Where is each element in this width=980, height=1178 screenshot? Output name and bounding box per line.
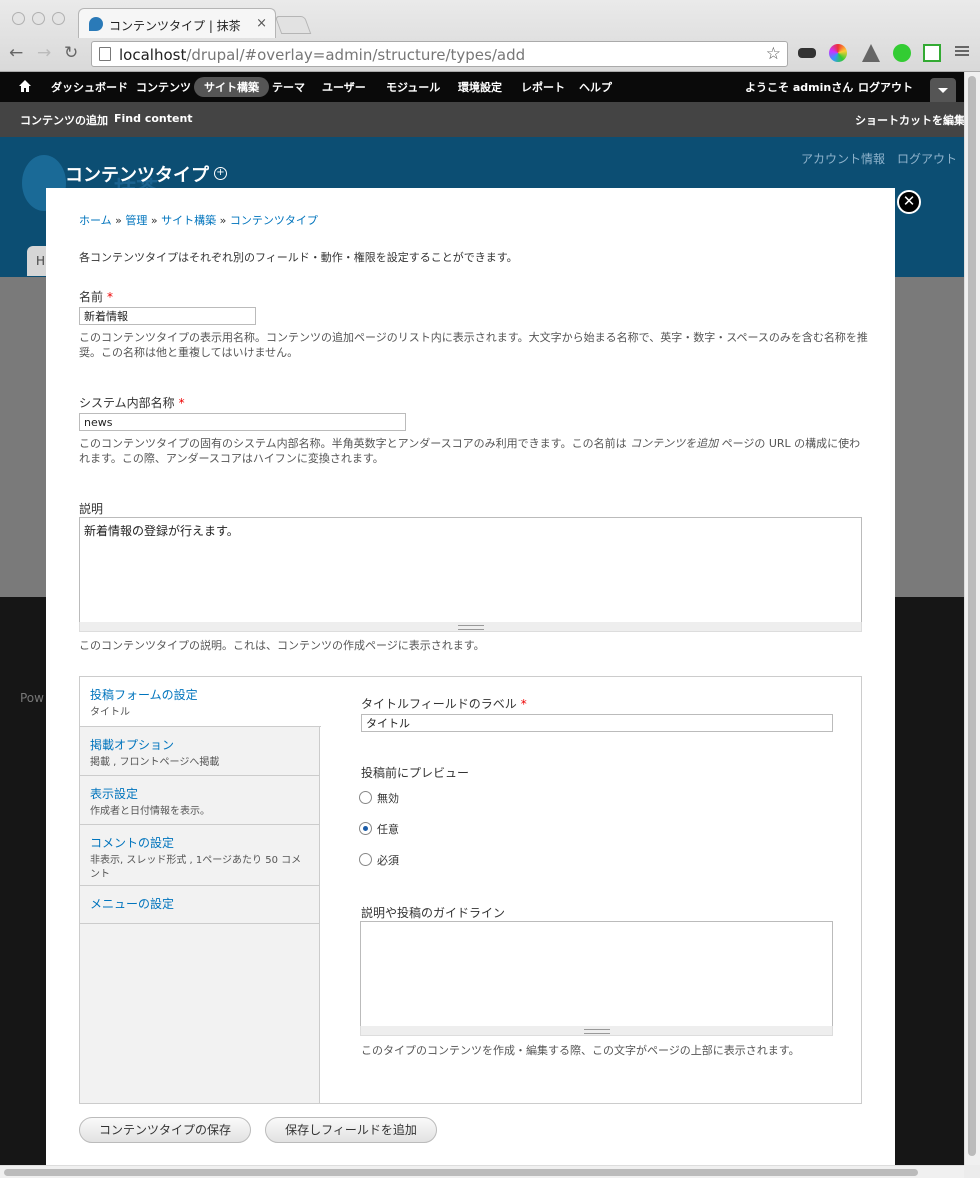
vtab-submission-form[interactable]: 投稿フォームの設定 タイトル xyxy=(80,677,321,727)
breadcrumb-admin[interactable]: 管理 xyxy=(125,214,147,227)
url-text: localhost/drupal/#overlay=admin/structur… xyxy=(119,46,526,64)
preview-required-radio[interactable] xyxy=(359,853,372,866)
toolbar-help[interactable]: ヘルプ xyxy=(579,79,612,95)
name-description: このコンテンツタイプの表示用名称。コンテンツの追加ページのリスト内に表示されます… xyxy=(79,331,868,359)
extension-icon[interactable] xyxy=(862,44,880,62)
breadcrumb: ホーム » 管理 » サイト構築 » コンテンツタイプ xyxy=(79,214,318,227)
name-label: 名前 * xyxy=(79,290,114,304)
reload-icon[interactable]: ↻ xyxy=(64,43,78,63)
vertical-tab-list: 投稿フォームの設定 タイトル 掲載オプション 掲載 , フロントページへ掲載 表… xyxy=(80,677,321,1103)
overlay-dialog: ホーム » 管理 » サイト構築 » コンテンツタイプ 各コンテンツタイプはそれ… xyxy=(46,188,895,1165)
bookmark-star-icon[interactable]: ☆ xyxy=(766,44,781,64)
powered-by-text: Pow xyxy=(20,691,44,705)
name-input[interactable] xyxy=(79,307,256,325)
save-and-add-fields-button[interactable]: 保存しフィールドを追加 xyxy=(265,1117,437,1143)
title-field-input[interactable] xyxy=(361,714,833,732)
toolbar-dashboard[interactable]: ダッシュボード xyxy=(51,79,128,95)
vtab-menu-settings[interactable]: メニューの設定 xyxy=(80,886,320,924)
toolbar-drawer-toggle[interactable] xyxy=(930,78,956,102)
shortcut-find-content[interactable]: Find content xyxy=(114,112,193,125)
toolbar-logout[interactable]: ログアウト xyxy=(858,79,913,95)
chevron-down-icon xyxy=(938,88,948,93)
guidelines-label: 説明や投稿のガイドライン xyxy=(361,906,506,920)
vtab-comment-settings[interactable]: コメントの設定 非表示, スレッド形式 , 1ページあたり 50 コメント xyxy=(80,825,320,886)
evernote-extension-icon[interactable] xyxy=(893,44,911,62)
toolbar-configuration[interactable]: 環境設定 xyxy=(458,79,502,95)
guidelines-description: このタイプのコンテンツを作成・編集する際、この文字がページの上部に表示されます。 xyxy=(361,1044,800,1057)
minimize-window-button[interactable] xyxy=(32,12,45,25)
toolbar-people[interactable]: ユーザー xyxy=(322,79,366,95)
forward-arrow-icon[interactable]: → xyxy=(37,43,51,63)
preview-optional-radio[interactable] xyxy=(359,822,372,835)
description-textarea[interactable]: 新着情報の登録が行えます。 xyxy=(79,517,862,623)
vertical-scrollbar[interactable] xyxy=(964,72,980,1165)
save-content-type-button[interactable]: コンテンツタイプの保存 xyxy=(79,1117,251,1143)
preview-disabled-radio[interactable] xyxy=(359,791,372,804)
edit-shortcuts-link[interactable]: ショートカットを編集 xyxy=(855,112,965,128)
breadcrumb-structure[interactable]: サイト構築 xyxy=(161,214,216,227)
overlay-close-icon[interactable]: ✕ xyxy=(897,190,921,214)
description-label: 説明 xyxy=(79,502,104,516)
browser-tab[interactable]: コンテンツタイプ | 抹茶 × xyxy=(78,8,276,38)
gmail-extension-icon[interactable] xyxy=(923,44,941,62)
guidelines-resize-handle[interactable] xyxy=(360,1026,833,1036)
tab-close-icon[interactable]: × xyxy=(256,16,267,31)
description-resize-handle[interactable] xyxy=(79,622,862,632)
vertical-tabs: 投稿フォームの設定 タイトル 掲載オプション 掲載 , フロントページへ掲載 表… xyxy=(79,676,862,1104)
toolbar-modules[interactable]: モジュール xyxy=(386,79,440,95)
intro-text: 各コンテンツタイプはそれぞれ別のフィールド・動作・権限を設定することができます。 xyxy=(79,251,518,264)
page-icon xyxy=(99,47,111,61)
title-field-label: タイトルフィールドのラベル * xyxy=(361,697,527,711)
guidelines-textarea[interactable] xyxy=(360,921,833,1027)
vertical-scroll-thumb[interactable] xyxy=(968,76,976,1156)
toolbar-content[interactable]: コンテンツ xyxy=(136,79,191,95)
tab-title: コンテンツタイプ | 抹茶 xyxy=(109,19,241,33)
preview-disabled-label: 無効 xyxy=(377,792,399,805)
breadcrumb-content-types[interactable]: コンテンツタイプ xyxy=(230,214,318,227)
machine-name-label: システム内部名称 * xyxy=(79,396,185,410)
home-icon[interactable] xyxy=(19,80,31,92)
shortcuts-bar: コンテンツの追加 Find content ショートカットを編集 xyxy=(0,102,980,137)
back-arrow-icon[interactable]: ← xyxy=(9,43,23,63)
logout-link[interactable]: ログアウト xyxy=(897,150,957,167)
horizontal-scroll-thumb[interactable] xyxy=(4,1169,918,1176)
horizontal-scrollbar[interactable] xyxy=(0,1165,964,1178)
zoom-window-button[interactable] xyxy=(52,12,65,25)
add-shortcut-icon[interactable]: + xyxy=(214,167,227,180)
browser-chrome: コンテンツタイプ | 抹茶 × ← → ↻ localhost/drupal/#… xyxy=(0,0,980,72)
vtab-publishing-options[interactable]: 掲載オプション 掲載 , フロントページへ掲載 xyxy=(80,727,320,776)
mask-extension-icon[interactable] xyxy=(798,48,816,58)
toolbar-structure[interactable]: サイト構築 xyxy=(194,77,269,97)
drupal-favicon-icon xyxy=(89,17,103,31)
new-tab-button[interactable] xyxy=(274,16,312,34)
toolbar-reports[interactable]: レポート xyxy=(521,79,565,95)
toolbar-welcome[interactable]: ようこそ adminさん xyxy=(745,79,853,95)
preview-label: 投稿前にプレビュー xyxy=(361,766,470,780)
machine-name-input[interactable] xyxy=(79,413,406,431)
page-title: コンテンツタイプ xyxy=(65,165,209,186)
toolbar-appearance[interactable]: テーマ xyxy=(272,79,305,95)
close-window-button[interactable] xyxy=(12,12,25,25)
color-wheel-extension-icon[interactable] xyxy=(829,44,847,62)
admin-toolbar: ダッシュボード コンテンツ サイト構築 テーマ ユーザー モジュール 環境設定 … xyxy=(0,72,980,102)
preview-optional-label: 任意 xyxy=(377,823,399,836)
account-link[interactable]: アカウント情報 xyxy=(801,150,885,167)
address-bar[interactable]: localhost/drupal/#overlay=admin/structur… xyxy=(91,41,788,67)
machine-name-description: このコンテンツタイプの固有のシステム内部名称。半角英数字とアンダースコアのみ利用… xyxy=(79,437,861,465)
vtab-display-settings[interactable]: 表示設定 作成者と日付情報を表示。 xyxy=(80,776,320,825)
shortcut-add-content[interactable]: コンテンツの追加 xyxy=(20,112,108,128)
browser-menu-icon[interactable] xyxy=(955,44,969,58)
preview-required-label: 必須 xyxy=(377,854,399,867)
description-help: このコンテンツタイプの説明。これは、コンテンツの作成ページに表示されます。 xyxy=(79,639,485,652)
breadcrumb-home[interactable]: ホーム xyxy=(79,214,112,227)
